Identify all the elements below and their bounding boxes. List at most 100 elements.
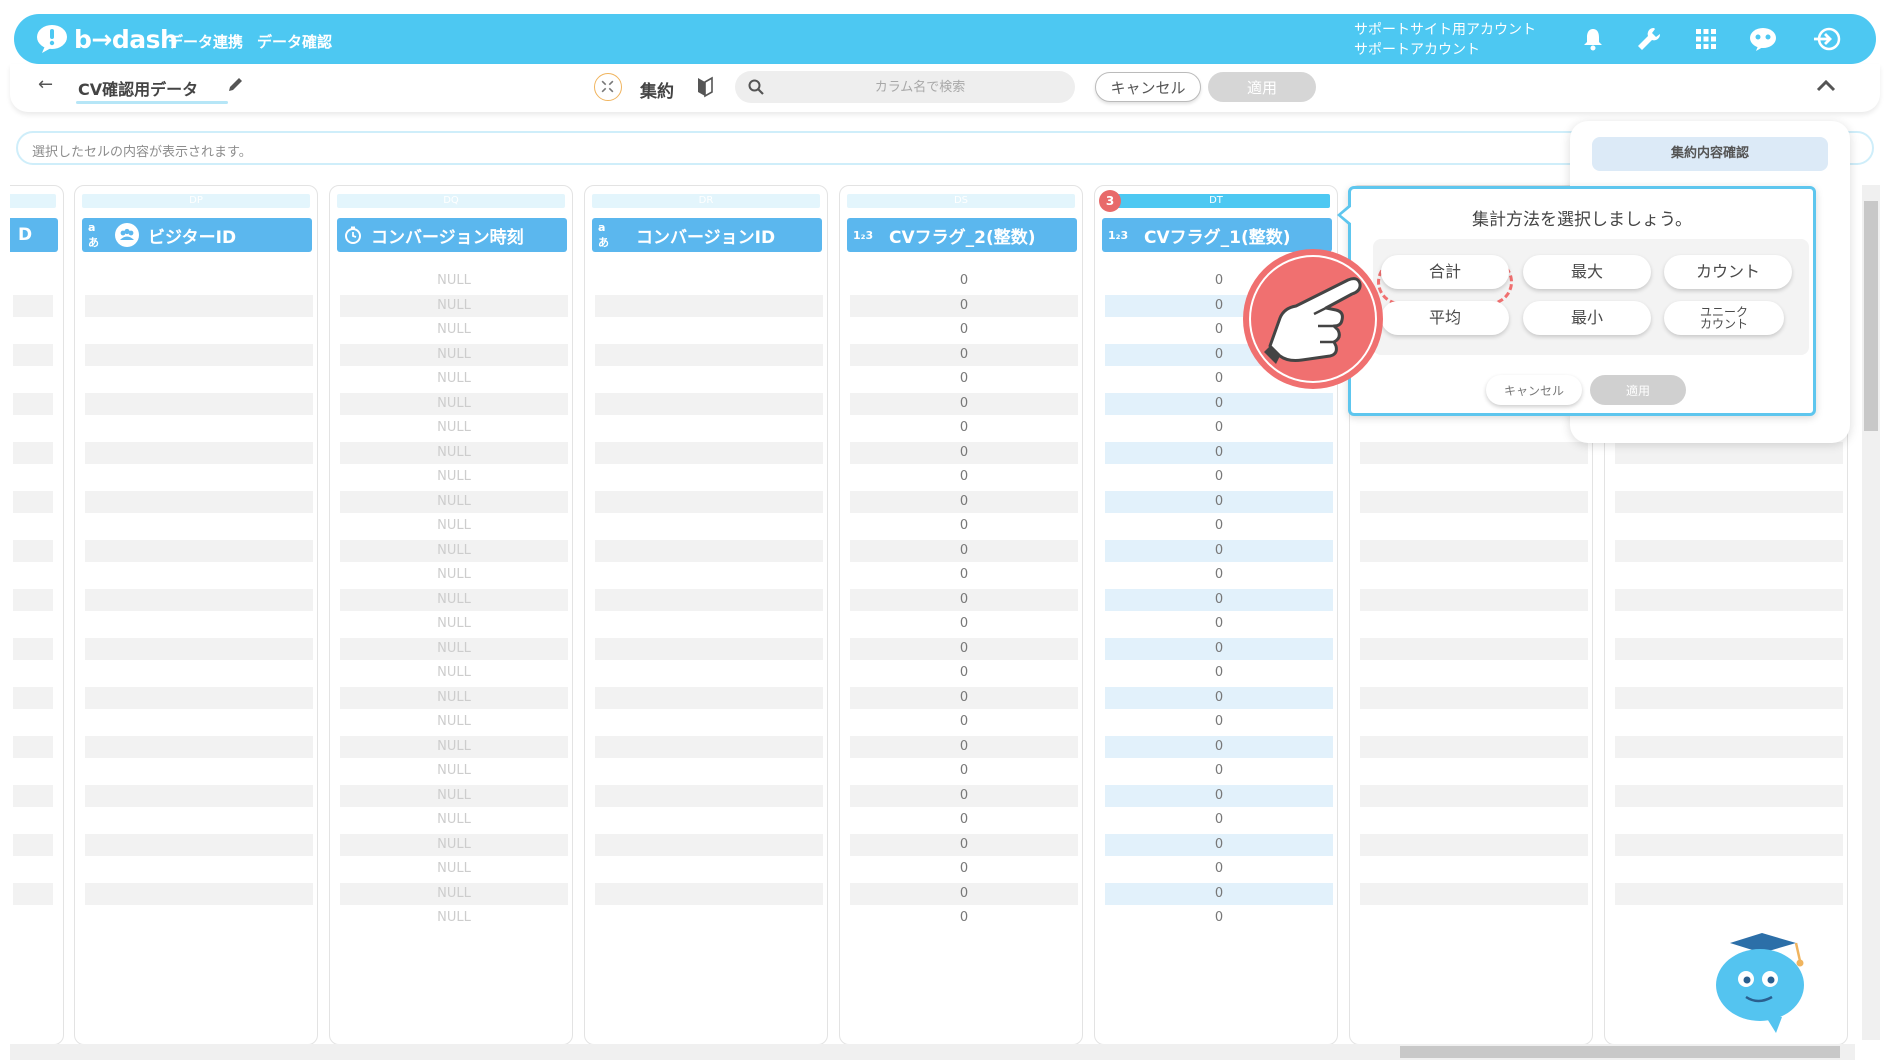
table-cell[interactable]	[85, 343, 313, 366]
table-cell[interactable]	[1615, 515, 1843, 537]
column-cv-flag-2[interactable]: DS 1₂3 CVフラグ_2(整数) 000000000000000000000…	[839, 185, 1083, 1045]
table-cell[interactable]	[85, 858, 313, 880]
table-cell[interactable]	[13, 907, 53, 929]
table-cell[interactable]	[595, 588, 823, 611]
table-cell[interactable]	[13, 417, 53, 439]
table-cell[interactable]	[13, 441, 53, 464]
table-cell[interactable]	[1615, 588, 1843, 611]
option-unique-count[interactable]: ユニーク カウント	[1664, 301, 1784, 335]
table-cell[interactable]: NULL	[340, 809, 568, 831]
table-cell[interactable]	[1615, 809, 1843, 831]
popup-apply-button[interactable]: 適用	[1590, 375, 1686, 405]
option-sum[interactable]: 合計	[1381, 255, 1509, 289]
table-cell[interactable]	[595, 760, 823, 782]
table-cell[interactable]: 0	[850, 392, 1078, 415]
horizontal-scrollbar[interactable]	[10, 1044, 1855, 1060]
table-cell[interactable]: 0	[850, 760, 1078, 782]
table-cell[interactable]	[13, 613, 53, 635]
table-cell[interactable]: 0	[1105, 466, 1333, 488]
table-cell[interactable]	[85, 711, 313, 733]
vertical-scrollbar[interactable]	[1862, 185, 1880, 1040]
table-cell[interactable]	[595, 613, 823, 635]
table-cell[interactable]	[1360, 539, 1588, 562]
table-cell[interactable]: 0	[850, 343, 1078, 366]
table-cell[interactable]	[13, 686, 53, 709]
table-cell[interactable]: 0	[1105, 907, 1333, 929]
table-cell[interactable]	[1360, 882, 1588, 905]
table-cell[interactable]: NULL	[340, 613, 568, 635]
table-cell[interactable]	[85, 392, 313, 415]
table-cell[interactable]	[1615, 833, 1843, 856]
table-cell[interactable]	[1360, 784, 1588, 807]
table-cell[interactable]	[13, 368, 53, 390]
table-cell[interactable]	[1615, 441, 1843, 464]
table-cell[interactable]	[1615, 466, 1843, 488]
table-cell[interactable]	[13, 515, 53, 537]
table-cell[interactable]	[1360, 735, 1588, 758]
table-cell[interactable]	[1360, 662, 1588, 684]
bdash-logo[interactable]: b→dash	[36, 23, 178, 55]
table-cell[interactable]: 0	[1105, 539, 1333, 562]
table-cell[interactable]	[595, 515, 823, 537]
table-cell[interactable]	[13, 319, 53, 341]
table-cell[interactable]	[1615, 760, 1843, 782]
table-cell[interactable]	[595, 270, 823, 292]
table-cell[interactable]: NULL	[340, 637, 568, 660]
table-cell[interactable]	[1360, 490, 1588, 513]
table-cell[interactable]	[13, 809, 53, 831]
table-cell[interactable]	[13, 539, 53, 562]
pencil-icon[interactable]	[226, 76, 244, 94]
table-cell[interactable]: 0	[850, 735, 1078, 758]
table-cell[interactable]: 0	[1105, 784, 1333, 807]
table-cell[interactable]	[595, 490, 823, 513]
table-cell[interactable]	[1360, 588, 1588, 611]
table-cell[interactable]: NULL	[340, 907, 568, 929]
table-cell[interactable]: 0	[850, 809, 1078, 831]
column-partial[interactable]: D	[10, 185, 64, 1045]
nav-data-check[interactable]: データ確認	[257, 31, 332, 52]
table-cell[interactable]	[85, 539, 313, 562]
table-cell[interactable]: 0	[1105, 637, 1333, 660]
table-cell[interactable]	[85, 490, 313, 513]
table-cell[interactable]: 0	[1105, 735, 1333, 758]
table-cell[interactable]: 0	[1105, 588, 1333, 611]
column-conversion-time[interactable]: DQ コンバージョン時刻 NULL NULL NULL NULL NULL NULL NUL…	[329, 185, 573, 1045]
table-cell[interactable]: 0	[850, 490, 1078, 513]
table-cell[interactable]	[595, 711, 823, 733]
back-button[interactable]: ←	[38, 74, 53, 95]
table-cell[interactable]	[13, 392, 53, 415]
table-cell[interactable]: 0	[850, 564, 1078, 586]
column-header[interactable]: a あ コンバージョンID	[592, 218, 822, 252]
table-cell[interactable]: 0	[850, 882, 1078, 905]
column-header[interactable]: a あ ビジターID	[82, 218, 312, 252]
table-cell[interactable]	[85, 662, 313, 684]
search-input[interactable]	[775, 75, 1065, 99]
table-cell[interactable]: NULL	[340, 882, 568, 905]
table-cell[interactable]	[85, 613, 313, 635]
table-cell[interactable]: NULL	[340, 686, 568, 709]
option-min[interactable]: 最小	[1523, 301, 1651, 335]
table-cell[interactable]	[1360, 711, 1588, 733]
column-conversion-id[interactable]: DR a あ コンバージョンID	[584, 185, 828, 1045]
vertical-scroll-thumb[interactable]	[1864, 201, 1878, 431]
table-cell[interactable]	[595, 686, 823, 709]
table-cell[interactable]	[1360, 760, 1588, 782]
column-visitor-id[interactable]: DP a あ ビジターID	[74, 185, 318, 1045]
table-cell[interactable]	[1360, 637, 1588, 660]
table-cell[interactable]	[85, 760, 313, 782]
table-cell[interactable]: NULL	[340, 711, 568, 733]
table-cell[interactable]	[85, 907, 313, 929]
table-cell[interactable]: 0	[1105, 564, 1333, 586]
table-cell[interactable]: NULL	[340, 294, 568, 317]
table-cell[interactable]	[13, 490, 53, 513]
table-cell[interactable]	[595, 907, 823, 929]
table-cell[interactable]: 0	[1105, 417, 1333, 439]
column-search[interactable]	[735, 71, 1075, 103]
popup-cancel-button[interactable]: キャンセル	[1486, 375, 1582, 405]
table-cell[interactable]: NULL	[340, 735, 568, 758]
logout-icon[interactable]	[1812, 26, 1842, 52]
table-cell[interactable]	[85, 319, 313, 341]
table-cell[interactable]: 0	[850, 662, 1078, 684]
table-cell[interactable]	[1360, 809, 1588, 831]
table-cell[interactable]: 0	[1105, 613, 1333, 635]
